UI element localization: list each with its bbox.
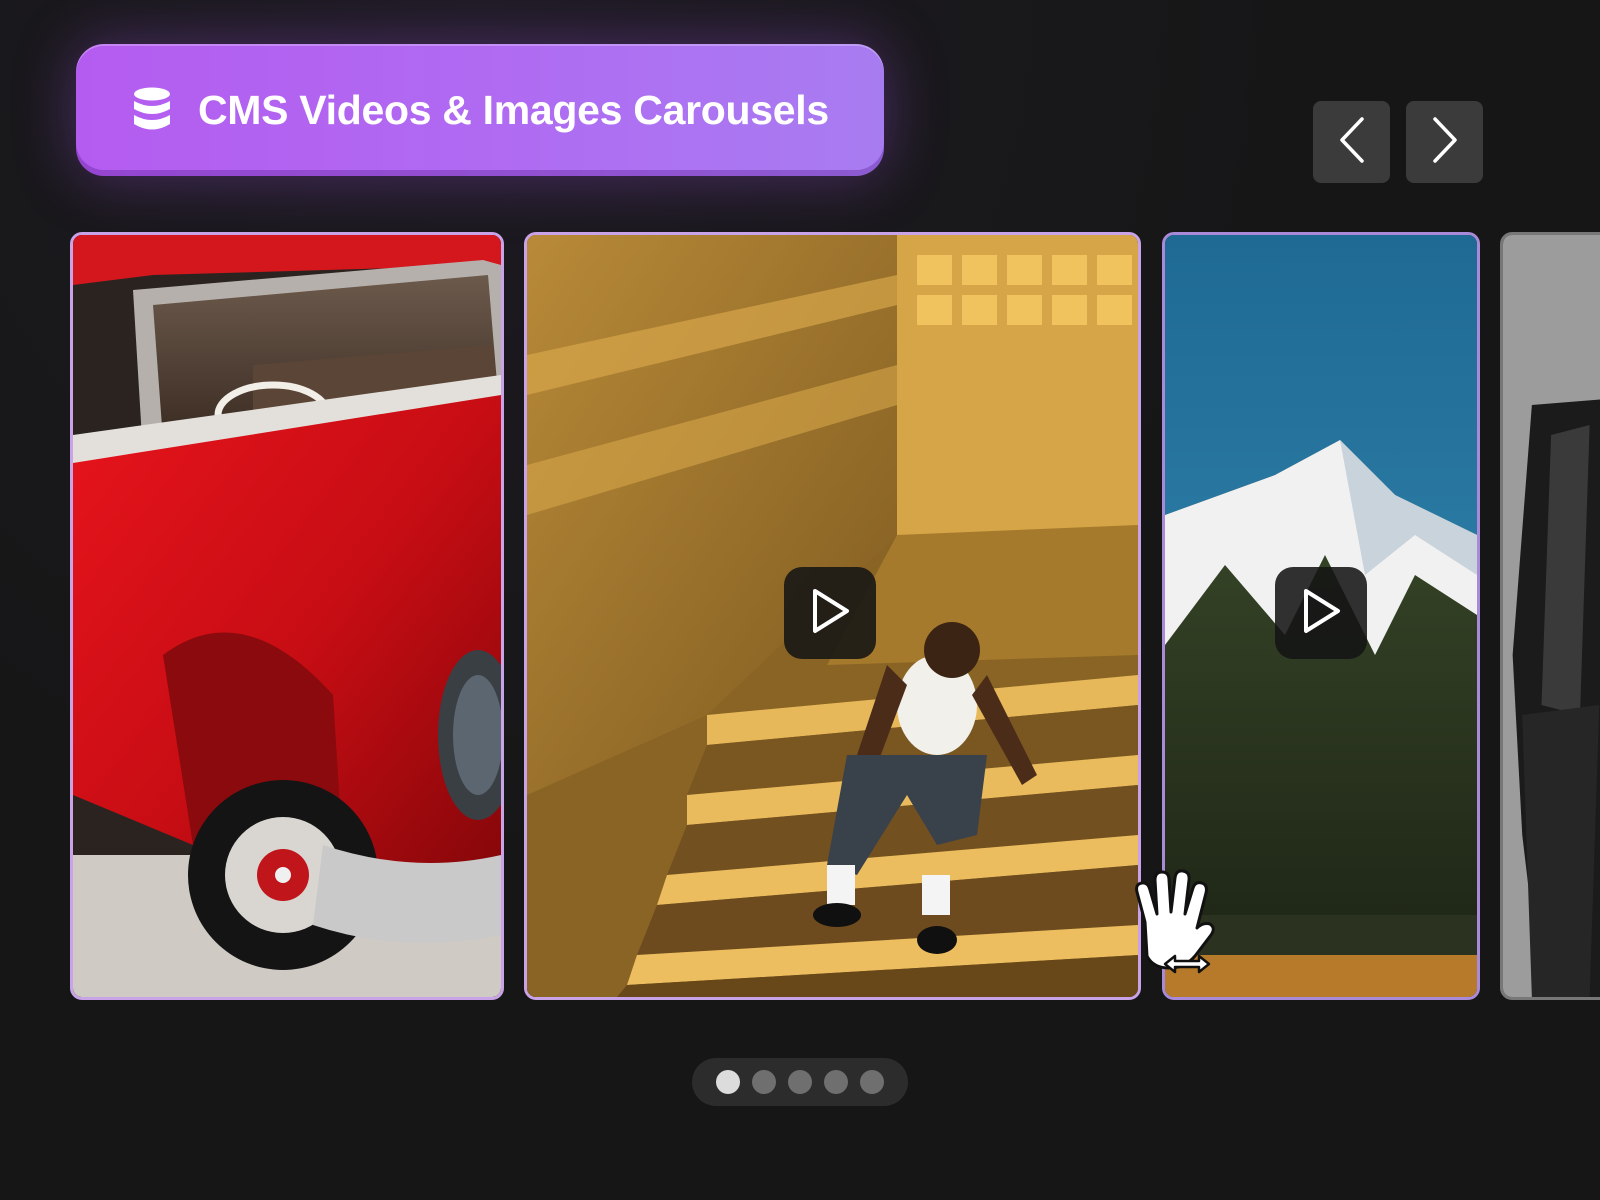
red-car-image xyxy=(73,235,501,997)
carousel-prev-button[interactable] xyxy=(1313,101,1390,183)
carousel-slide-mountain-video[interactable] xyxy=(1162,232,1480,1000)
section-title: CMS Videos & Images Carousels xyxy=(198,86,829,133)
play-icon xyxy=(805,585,855,641)
carousel-slide-fashion-image[interactable] xyxy=(1500,232,1600,1000)
leather-outfit-image xyxy=(1503,235,1600,997)
carousel-page: CMS Videos & Images Carousels xyxy=(0,0,1600,1200)
carousel-track[interactable] xyxy=(0,232,1600,1004)
chevron-left-icon xyxy=(1334,115,1370,169)
pagination-dot-1[interactable] xyxy=(716,1070,740,1094)
carousel-slide-stairs-video[interactable] xyxy=(524,232,1141,1000)
section-title-badge[interactable]: CMS Videos & Images Carousels xyxy=(76,44,884,176)
database-icon xyxy=(132,87,172,133)
chevron-right-icon xyxy=(1427,115,1463,169)
pagination-dot-2[interactable] xyxy=(752,1070,776,1094)
carousel-slide-car-image[interactable] xyxy=(70,232,504,1000)
play-video-button[interactable] xyxy=(784,567,876,659)
carousel-next-button[interactable] xyxy=(1406,101,1483,183)
play-icon xyxy=(1296,585,1346,641)
pagination-dot-4[interactable] xyxy=(824,1070,848,1094)
carousel-pagination xyxy=(692,1058,908,1106)
pagination-dot-3[interactable] xyxy=(788,1070,812,1094)
pagination-dot-5[interactable] xyxy=(860,1070,884,1094)
play-video-button[interactable] xyxy=(1275,567,1367,659)
